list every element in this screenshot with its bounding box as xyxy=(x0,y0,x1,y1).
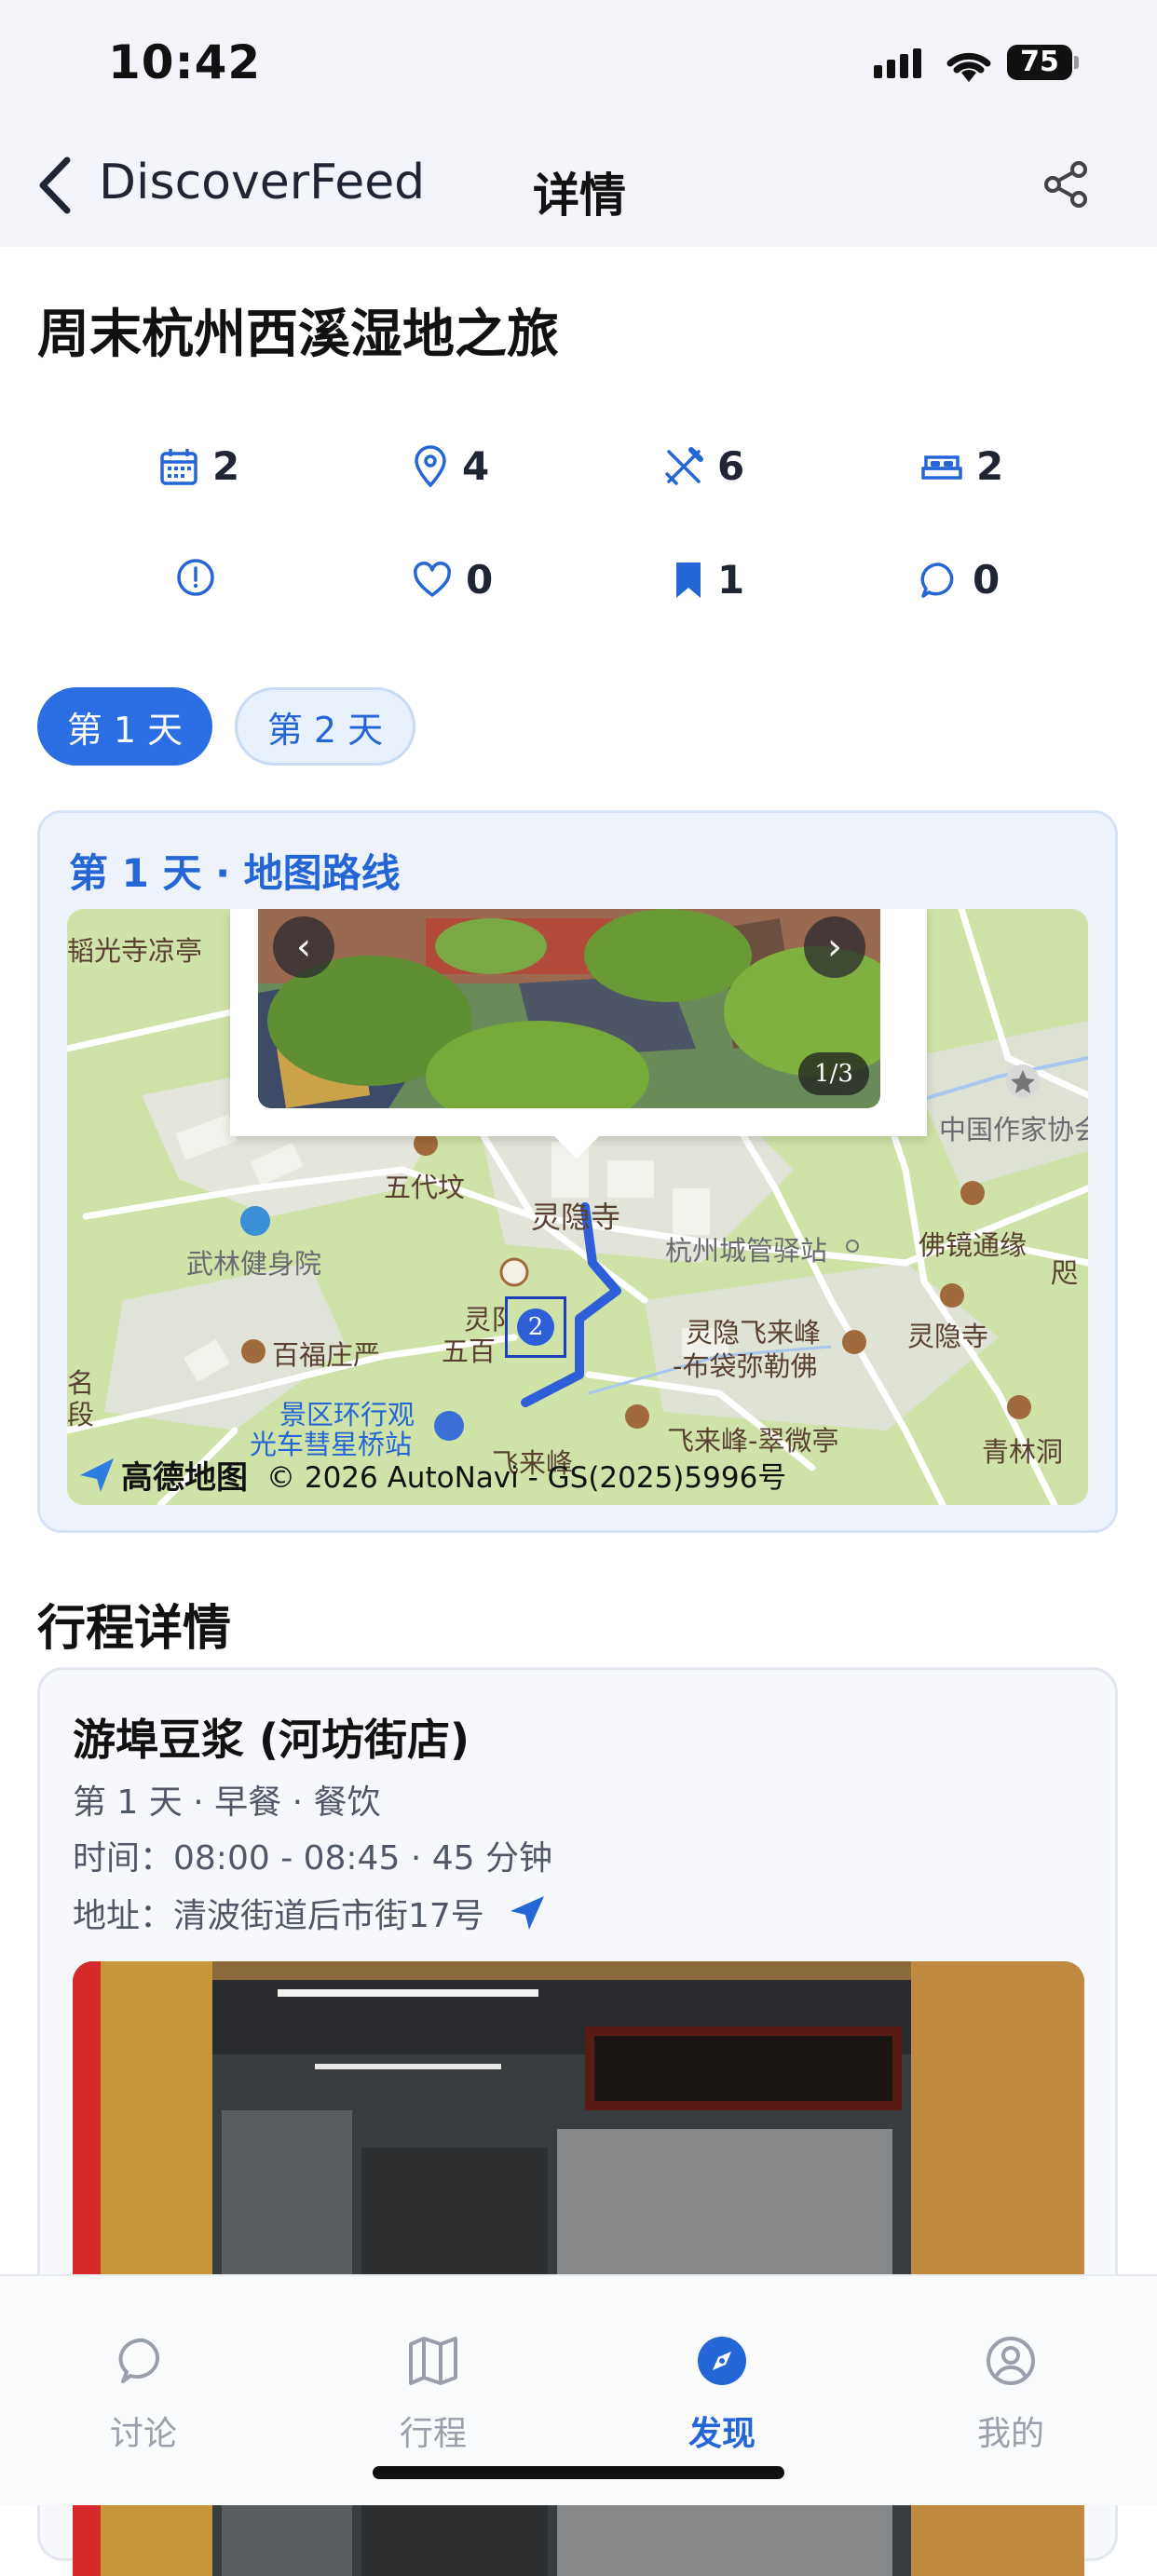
tab-day-1[interactable]: 第 1 天 xyxy=(37,687,212,766)
tab-day-2[interactable]: 第 2 天 xyxy=(235,687,415,766)
bookmark-count: 1 xyxy=(717,557,745,603)
page-header-title: 详情 xyxy=(533,169,626,223)
temple-photo xyxy=(258,909,880,1108)
heart-icon xyxy=(414,561,451,597)
stat-hotels-value: 2 xyxy=(976,443,1004,489)
stat-meals: 6 xyxy=(663,443,744,489)
poi-photo: ‹ › 1/3 xyxy=(258,909,880,1108)
map-card-title: 第 1 天 · 地图路线 xyxy=(69,850,401,896)
map-label: 灵隐寺 xyxy=(531,1200,621,1235)
comment-icon xyxy=(920,562,954,598)
map-label: 段 xyxy=(67,1399,95,1430)
map-label: 五代坟 xyxy=(384,1172,466,1203)
stat-days-value: 2 xyxy=(212,443,240,489)
tab-itinerary[interactable]: 行程 xyxy=(359,2328,508,2455)
map-label: 灵隐寺 xyxy=(907,1321,989,1352)
like-button[interactable]: 0 xyxy=(412,557,493,603)
user-circle-icon xyxy=(987,2337,1035,2385)
back-label[interactable]: DiscoverFeed xyxy=(99,155,425,210)
chat-bubble-icon xyxy=(118,2338,160,2383)
popup-pointer xyxy=(554,1136,599,1159)
home-indicator xyxy=(373,2466,784,2479)
poi-popup[interactable]: ‹ › 1/3 xyxy=(230,909,927,1159)
calendar-icon xyxy=(160,448,197,485)
place-address-row: 地址：清波街道后市街17号 xyxy=(73,1889,548,1937)
map-label: 五百 xyxy=(442,1335,497,1367)
place-name: 游埠豆浆 (河坊街店) xyxy=(73,1715,470,1765)
place-address: 地址：清波街道后市街17号 xyxy=(73,1897,484,1935)
utensils-icon xyxy=(665,446,703,485)
comment-count: 0 xyxy=(973,557,1000,603)
like-count: 0 xyxy=(466,557,494,603)
map-attribution: 高德地图 © 2026 AutoNavi - GS(2025)5996号 xyxy=(76,1452,786,1498)
back-button[interactable] xyxy=(34,155,76,220)
chevron-left-icon xyxy=(39,156,71,214)
share-button[interactable] xyxy=(1043,160,1090,212)
report-button[interactable] xyxy=(175,557,229,598)
comment-button[interactable]: 0 xyxy=(919,557,1000,603)
bed-icon xyxy=(921,454,962,480)
photo-counter: 1/3 xyxy=(798,1052,869,1095)
tab-discover[interactable]: 发现 xyxy=(647,2328,796,2455)
itinerary-section-title: 行程详情 xyxy=(37,1601,232,1657)
map-label: 百福庄严 xyxy=(272,1339,381,1371)
cellular-signal-icon xyxy=(874,48,926,78)
place-time: 时间：08:00 - 08:45 · 45 分钟 xyxy=(73,1839,552,1878)
navigate-icon[interactable] xyxy=(507,1892,548,1933)
location-pin-icon xyxy=(415,444,446,488)
amap-logo-icon xyxy=(80,1457,114,1492)
stat-places: 4 xyxy=(412,443,489,489)
tab-discussion-label: 讨论 xyxy=(109,2415,177,2453)
map-icon xyxy=(409,2337,457,2385)
bookmark-icon xyxy=(676,562,701,598)
share-icon xyxy=(1044,161,1087,208)
tab-profile[interactable]: 我的 xyxy=(936,2328,1085,2455)
map-label: 杭州城管驿站 xyxy=(665,1235,828,1267)
compass-icon xyxy=(698,2337,746,2385)
photo-next-button[interactable]: › xyxy=(804,916,865,978)
map-label: 韬光寺凉亭 xyxy=(67,935,203,967)
map-label: 咫 xyxy=(1051,1257,1079,1289)
stat-hotels: 2 xyxy=(920,443,1003,489)
status-time: 10:42 xyxy=(108,35,262,89)
map-label: 青林洞 xyxy=(982,1436,1064,1468)
map-label: -布袋弥勒佛 xyxy=(673,1350,818,1382)
battery-indicator: 75 xyxy=(1007,45,1072,80)
tab-discussion[interactable]: 讨论 xyxy=(69,2328,218,2455)
stat-places-value: 4 xyxy=(462,443,490,489)
map-label: 佛镜通缘 xyxy=(919,1229,1028,1261)
alert-circle-icon xyxy=(177,559,214,596)
tab-profile-label: 我的 xyxy=(976,2415,1044,2453)
photo-prev-button[interactable]: ‹ xyxy=(273,916,334,978)
route-marker-number: 2 xyxy=(517,1308,554,1346)
trip-title: 周末杭州西溪湿地之旅 xyxy=(37,305,559,365)
stat-days: 2 xyxy=(158,443,239,489)
tab-itinerary-label: 行程 xyxy=(399,2415,467,2453)
place-meta: 第 1 天 · 早餐 · 餐饮 xyxy=(73,1783,381,1822)
amap-logo-text: 高德地图 xyxy=(121,1459,248,1497)
wifi-icon xyxy=(943,45,995,88)
map-copyright: © 2026 AutoNavi - GS(2025)5996号 xyxy=(266,1461,787,1495)
route-map[interactable]: 韬光寺凉亭 中国作家协会 五代坟 灵隐寺 杭州城管驿站 佛镜通缘 武林健身院 灵… xyxy=(67,909,1088,1505)
route-marker[interactable]: 2 xyxy=(505,1296,566,1358)
map-label: 武林健身院 xyxy=(186,1248,322,1280)
map-label: 中国作家协会 xyxy=(939,1114,1088,1146)
stat-meals-value: 6 xyxy=(717,443,745,489)
bookmark-button[interactable]: 1 xyxy=(673,557,744,603)
battery-tip xyxy=(1074,56,1079,69)
tab-discover-label: 发现 xyxy=(687,2415,755,2453)
